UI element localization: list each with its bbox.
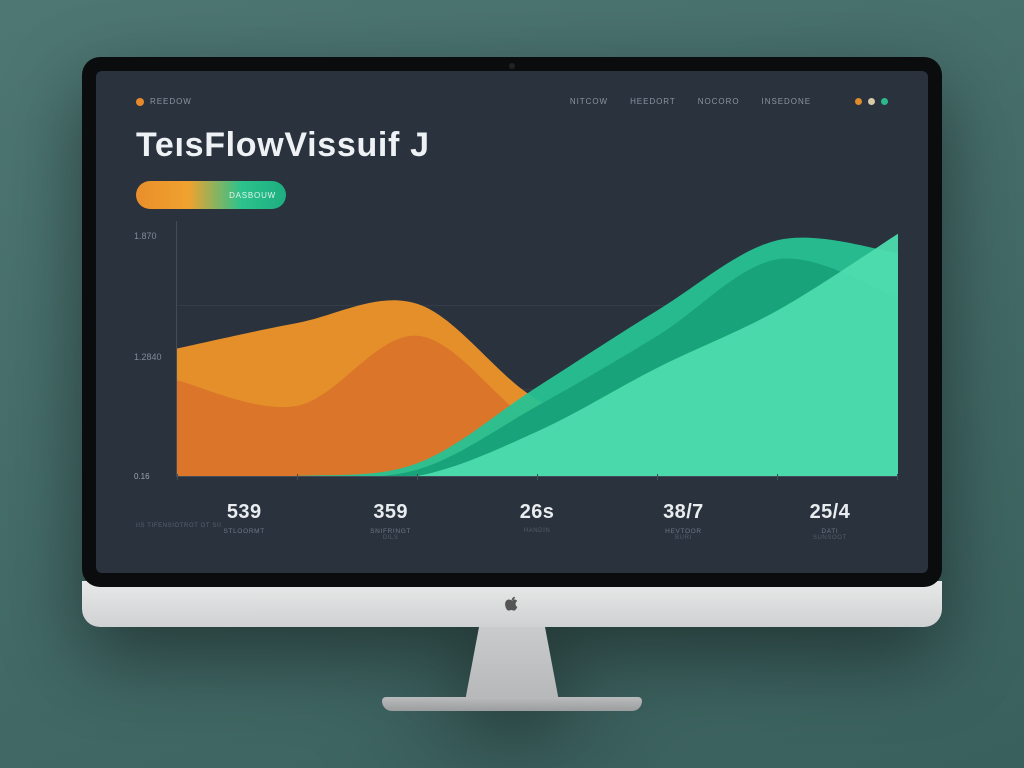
monitor-stand-foot — [382, 697, 642, 711]
metric-value: 359 — [322, 501, 458, 524]
metric-value: 26s — [469, 501, 605, 524]
metric-sub2: BURI — [615, 535, 751, 541]
y-tick-2: 1.2840 — [134, 352, 162, 362]
metric-sub1: HEVTOOR — [615, 528, 751, 535]
x-tick — [537, 474, 538, 480]
nav-item-2[interactable]: NOCORO — [698, 97, 740, 106]
footer-note: IIS TIFENSIOTROT OT SII — [136, 523, 221, 529]
apple-logo-icon — [505, 596, 519, 612]
title-part-a: TeısFlow — [136, 126, 284, 164]
x-tick — [297, 474, 298, 480]
y-origin: 0.16 — [134, 472, 162, 481]
nav-item-1[interactable]: HEEDORT — [630, 97, 676, 106]
metric-4: 25/4 DATI SUNSOOT — [762, 501, 898, 541]
status-dot-green-icon — [881, 98, 888, 105]
metric-row: 539 STLOORMT 359 SNIFRINGT DILS 26s HAND… — [176, 501, 898, 541]
status-dot-orange-icon — [855, 98, 862, 105]
metric-value: 25/4 — [762, 501, 898, 524]
title-part-c: J — [400, 126, 430, 164]
metric-value: 539 — [176, 501, 312, 524]
x-tick — [417, 474, 418, 480]
plot-area — [176, 221, 898, 477]
x-tick — [897, 474, 898, 480]
topbar: REEDOW NITCOW HEEDORT NOCORO INSEDONE — [136, 97, 888, 106]
app-screen: REEDOW NITCOW HEEDORT NOCORO INSEDONE Te… — [96, 71, 928, 573]
brand: REEDOW — [136, 97, 192, 106]
x-ticks — [177, 474, 898, 480]
metric-1: 359 SNIFRINGT DILS — [322, 501, 458, 541]
metric-sub1: SNIFRINGT — [322, 528, 458, 535]
brand-name: REEDOW — [150, 97, 192, 106]
metric-value: 38/7 — [615, 501, 751, 524]
nav-item-0[interactable]: NITCOW — [570, 97, 608, 106]
status-dot-cream-icon — [868, 98, 875, 105]
status-dots — [855, 98, 888, 105]
brand-dot-icon — [136, 98, 144, 106]
metric-3: 38/7 HEVTOOR BURI — [615, 501, 751, 541]
metric-sub2: DILS — [322, 535, 458, 541]
primary-pill-button[interactable]: DASBOUW — [136, 181, 286, 209]
nav-item-3[interactable]: INSEDONE — [762, 97, 811, 106]
pill-label: DASBOUW — [229, 191, 276, 200]
monitor-bezel: REEDOW NITCOW HEEDORT NOCORO INSEDONE Te… — [82, 57, 942, 587]
title-part-b: Vissuif — [284, 126, 400, 164]
top-nav: NITCOW HEEDORT NOCORO INSEDONE — [570, 97, 888, 106]
monitor-mock: REEDOW NITCOW HEEDORT NOCORO INSEDONE Te… — [82, 57, 942, 711]
chart: 1.870 1.2840 0.16 — [176, 221, 898, 477]
metric-sub2: SUNSOOT — [762, 535, 898, 541]
y-tick-1: 1.870 — [134, 231, 162, 241]
page-title: TeısFlowVissuif J — [136, 126, 888, 165]
x-tick — [177, 474, 178, 480]
x-tick — [777, 474, 778, 480]
monitor-stand-neck — [457, 627, 567, 697]
x-tick — [657, 474, 658, 480]
metric-2: 26s HANDIN — [469, 501, 605, 541]
camera-dot — [509, 63, 515, 69]
metric-0: 539 STLOORMT — [176, 501, 312, 541]
metric-sub2: HANDIN — [469, 528, 605, 534]
y-axis: 1.870 1.2840 0.16 — [134, 221, 162, 477]
monitor-chin — [82, 581, 942, 627]
metric-sub1: DATI — [762, 528, 898, 535]
area-chart-svg — [177, 221, 898, 476]
metric-sub1: STLOORMT — [176, 528, 312, 535]
